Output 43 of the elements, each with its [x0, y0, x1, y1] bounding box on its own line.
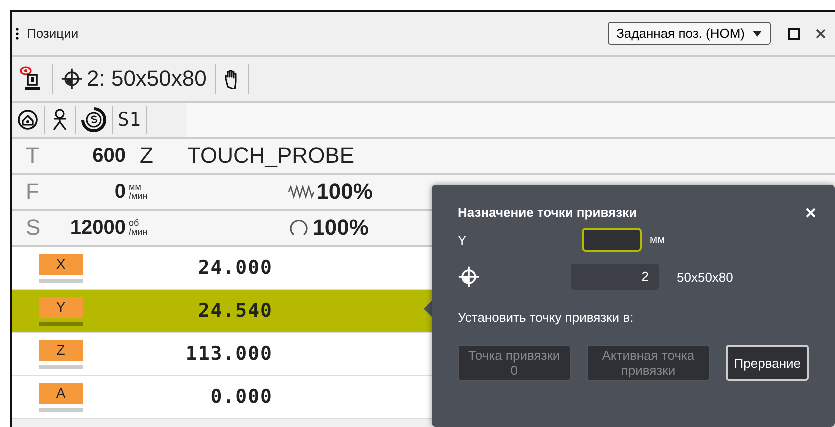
tool-number: 600 [92, 144, 126, 168]
axis-value: 24.000 [197, 257, 273, 279]
crosshair-icon [61, 68, 83, 90]
preset-name: 50x50x80 [677, 270, 734, 284]
window-title: Позиции [27, 26, 80, 41]
axis-value: 24.540 [197, 300, 273, 322]
action-button[interactable]: Прервание [726, 345, 809, 381]
override-value: 100% [312, 215, 369, 241]
unit-label: об /мин [129, 219, 148, 237]
close-icon[interactable] [815, 28, 827, 40]
spindle-icon[interactable] [81, 107, 107, 133]
wave-icon [288, 185, 314, 199]
crosshair-icon [458, 266, 480, 288]
row-letter: F [25, 179, 40, 205]
axis-value: 0.000 [210, 386, 273, 408]
unit-label: мм [650, 234, 666, 246]
axis-label: Y [458, 232, 468, 248]
dialog-title: Назначение точки привязки [458, 205, 638, 220]
override-value: 100% [316, 179, 373, 205]
axis-label: Z [39, 340, 83, 360]
tool-name: TOUCH_PROBE [187, 143, 355, 169]
spindle-label: S1 [113, 106, 147, 134]
view-dropdown[interactable]: Заданная поз. (НОМ) [608, 22, 771, 45]
maximize-icon[interactable] [787, 26, 801, 40]
axis-label: A [39, 382, 83, 404]
row-letter: S [25, 215, 42, 241]
caret-icon [753, 30, 762, 36]
prompt-text: Установить точку привязки в: [458, 310, 634, 325]
axis-label: X [39, 254, 83, 274]
more-icon[interactable] [16, 28, 19, 40]
row-value: 0 [114, 180, 126, 204]
home-icon[interactable] [17, 109, 39, 131]
coordinate-input[interactable] [582, 228, 642, 252]
row-letter: T [25, 143, 40, 169]
preset-number-field[interactable]: 2 [571, 264, 659, 290]
rotation-icon [288, 218, 310, 238]
preset-label: 2: 50x50x80 [87, 66, 207, 92]
row-value: 12000 [70, 216, 126, 240]
unit-label: мм /мин [129, 183, 148, 201]
tool-axis: Z [140, 143, 154, 169]
hand-icon[interactable] [224, 69, 240, 89]
axis-value: 113.000 [184, 343, 273, 365]
axis-label: Y [39, 296, 83, 318]
